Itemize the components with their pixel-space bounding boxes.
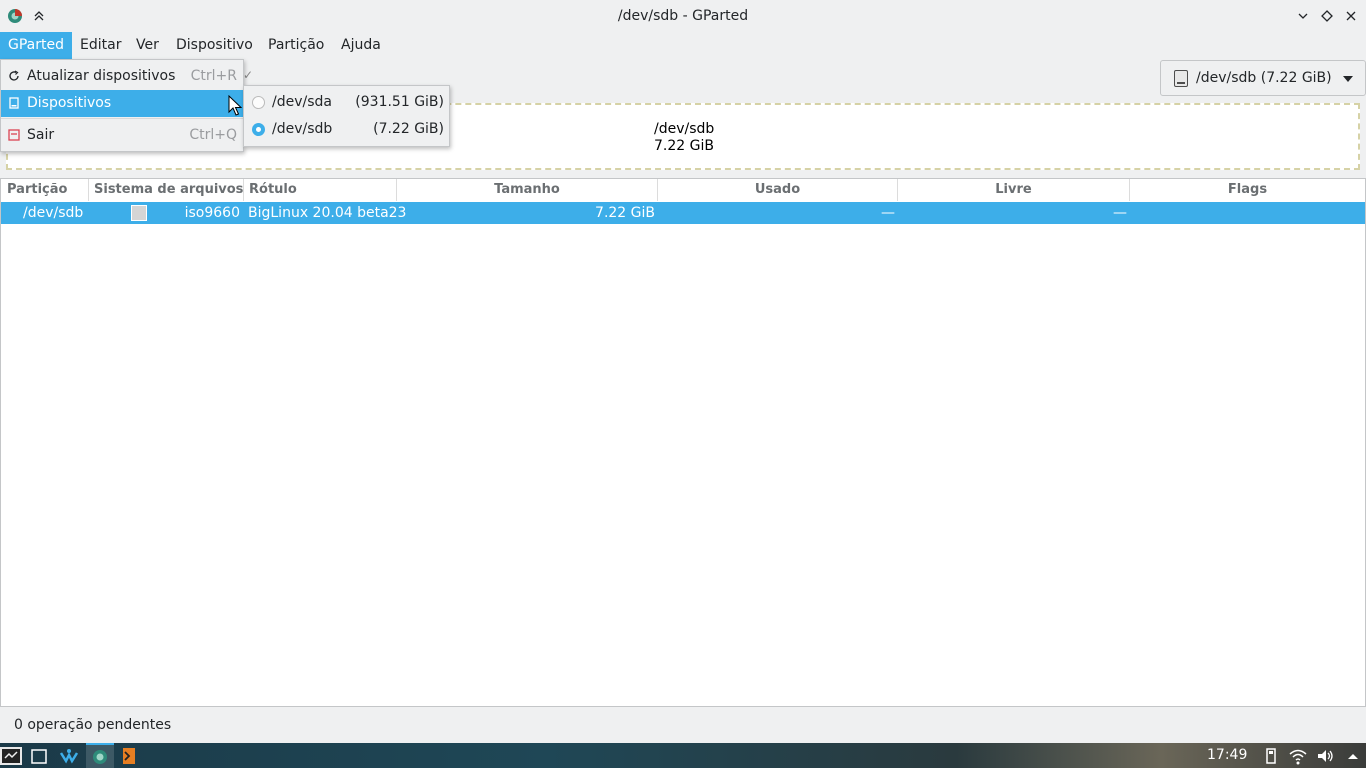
window-title: /dev/sdb - GParted (617, 8, 749, 24)
menu-item-label: Sair (27, 127, 55, 143)
menu-gparted[interactable]: GParted (0, 32, 72, 59)
minimize-icon[interactable] (1295, 8, 1311, 24)
pending-operations-text: 0 operação pendentes (14, 717, 172, 733)
system-tray-expand-icon[interactable] (1342, 745, 1364, 767)
title-bar: /dev/sdb - GParted (0, 0, 1366, 32)
menu-item-label: Dispositivos (27, 95, 112, 111)
device-selector-label: /dev/sdb (7.22 GiB) (1196, 70, 1332, 86)
disk-graphic-name: /dev/sdb (654, 121, 715, 137)
volume-icon[interactable] (1314, 745, 1336, 767)
cell-label: BigLinux 20.04 beta23 (248, 205, 407, 221)
software-store-icon[interactable] (58, 745, 80, 767)
device-icon (9, 97, 19, 109)
gparted-menu: Atualizar dispositivos Ctrl+R Dispositiv… (0, 59, 244, 152)
application-launcher-icon[interactable] (0, 745, 22, 767)
menu-bar: GParted Editar Ver Dispositivo Partição … (0, 32, 1366, 59)
column-header-livre[interactable]: Livre (898, 179, 1130, 201)
column-header-rotulo[interactable]: Rótulo (244, 179, 397, 201)
menu-item-devices[interactable]: Dispositivos (1, 90, 243, 117)
table-row[interactable]: /dev/sdb iso9660 BigLinux 20.04 beta23 7… (1, 202, 1365, 224)
menu-separator (1, 118, 243, 119)
menu-ajuda[interactable]: Ajuda (333, 32, 389, 59)
submenu-item-dev-sda[interactable]: /dev/sda (931.51 GiB) (244, 89, 449, 116)
wifi-icon[interactable] (1287, 745, 1309, 767)
close-icon[interactable] (1343, 8, 1359, 24)
column-header-sistema[interactable]: Sistema de arquivos (89, 179, 244, 201)
cell-partition: /dev/sdb (23, 205, 84, 221)
menu-ver[interactable]: Ver (128, 32, 167, 59)
filesystem-color-swatch (131, 205, 147, 221)
menu-item-label: Atualizar dispositivos (27, 68, 176, 84)
device-size: (931.51 GiB) (355, 94, 444, 110)
column-header-flags[interactable]: Flags (1130, 179, 1365, 201)
column-header-tamanho[interactable]: Tamanho (397, 179, 658, 201)
cell-free: — (1113, 205, 1127, 221)
status-bar: 0 operação pendentes (0, 707, 1366, 743)
radio-button (252, 96, 265, 109)
device-name: /dev/sda (272, 94, 332, 110)
gparted-task-button[interactable] (86, 743, 114, 768)
column-header-particao[interactable]: Partição (1, 179, 89, 201)
menu-particao[interactable]: Partição (260, 32, 332, 59)
column-header-usado[interactable]: Usado (658, 179, 898, 201)
cell-filesystem: iso9660 (184, 205, 240, 221)
menu-item-shortcut: Ctrl+R (190, 68, 237, 84)
usb-device-icon[interactable] (1260, 745, 1282, 767)
devices-submenu: /dev/sda (931.51 GiB) /dev/sdb (7.22 GiB… (243, 85, 450, 147)
menu-dispositivo[interactable]: Dispositivo (168, 32, 261, 59)
cell-flags (1130, 202, 1360, 224)
menu-item-quit[interactable]: Sair Ctrl+Q (1, 122, 243, 149)
refresh-icon (9, 70, 19, 81)
disk-graphic-size: 7.22 GiB (654, 138, 714, 154)
radio-button-selected (252, 123, 265, 136)
table-header: Partição Sistema de arquivos Rótulo Tama… (1, 179, 1365, 201)
mouse-cursor-icon (228, 95, 242, 116)
dropdown-arrow-icon (1343, 76, 1353, 82)
quit-icon (8, 129, 20, 141)
menu-item-shortcut: Ctrl+Q (189, 127, 237, 143)
menu-item-refresh-devices[interactable]: Atualizar dispositivos Ctrl+R (1, 63, 243, 90)
show-desktop-icon[interactable] (28, 745, 50, 767)
gparted-task-icon (93, 750, 107, 764)
maximize-icon[interactable] (1319, 8, 1335, 24)
taskbar: 17:49 (0, 743, 1366, 768)
menu-editar[interactable]: Editar (72, 32, 129, 59)
submenu-item-dev-sdb[interactable]: /dev/sdb (7.22 GiB) (244, 116, 449, 143)
clock[interactable]: 17:49 (1207, 743, 1247, 768)
device-size: (7.22 GiB) (373, 121, 444, 137)
cell-size: 7.22 GiB (595, 205, 655, 221)
cell-used: — (881, 205, 895, 221)
terminal-task-icon[interactable] (118, 745, 140, 767)
device-name: /dev/sdb (272, 121, 333, 137)
partition-table: Partição Sistema de arquivos Rótulo Tama… (0, 178, 1366, 707)
device-selector[interactable]: /dev/sdb (7.22 GiB) (1160, 60, 1366, 96)
disk-icon (1174, 70, 1188, 87)
apply-icon[interactable]: ✓ (243, 68, 253, 82)
